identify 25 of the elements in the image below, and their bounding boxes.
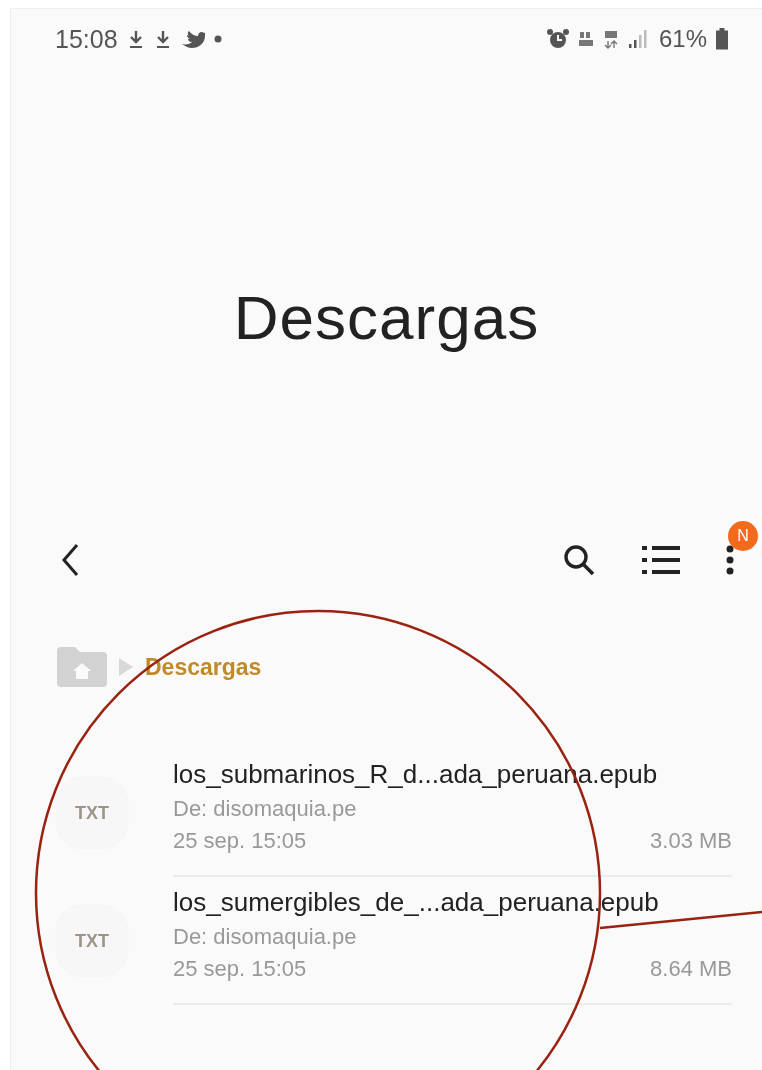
search-icon[interactable] xyxy=(562,543,596,577)
list-view-icon[interactable] xyxy=(642,544,680,576)
file-date: 25 sep. 15:05 xyxy=(173,828,307,854)
file-size: 8.64 MB xyxy=(650,956,732,982)
page-title: Descargas xyxy=(232,282,541,353)
file-size: 3.03 MB xyxy=(650,828,732,854)
dot-icon xyxy=(213,35,222,43)
breadcrumb-item[interactable]: Descargas xyxy=(145,653,262,681)
chevron-icon xyxy=(119,658,133,676)
battery-percent: 61% xyxy=(658,25,707,53)
more-options-icon[interactable] xyxy=(726,543,734,577)
bird-icon xyxy=(180,29,205,49)
file-source: De: disomaquia.pe xyxy=(173,924,358,950)
volte-icon xyxy=(577,29,594,49)
file-source: De: disomaquia.pe xyxy=(173,796,358,822)
clock-time: 15:08 xyxy=(55,24,118,54)
file-type-icon: TXT xyxy=(57,906,127,976)
battery-icon xyxy=(716,28,728,50)
notification-badge: N xyxy=(728,521,758,551)
file-type-icon: TXT xyxy=(57,778,127,848)
signal-icon xyxy=(627,29,648,49)
back-icon[interactable] xyxy=(61,543,81,577)
file-date: 25 sep. 15:05 xyxy=(173,956,307,982)
network-4g-icon xyxy=(602,29,619,49)
alarm-icon xyxy=(546,28,569,50)
